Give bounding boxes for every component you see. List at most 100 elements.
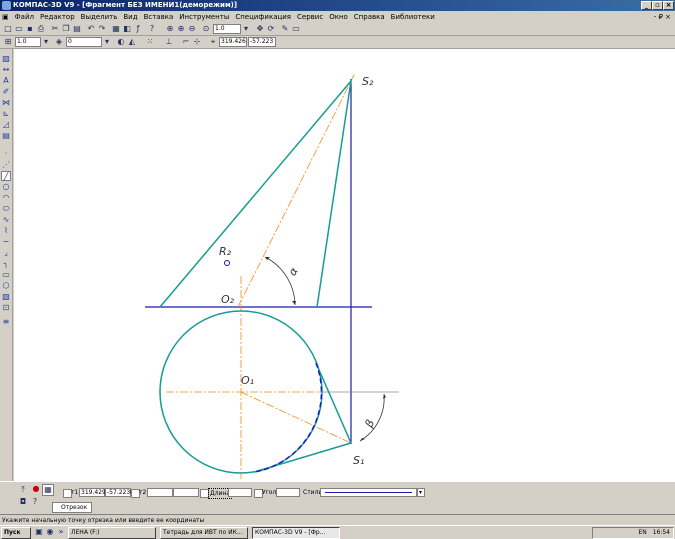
cursor-x-field[interactable]: 319.426 bbox=[219, 37, 247, 47]
color-icon[interactable]: ◐ bbox=[116, 37, 126, 47]
plan-radius-line[interactable] bbox=[240, 391, 352, 444]
hidden-arc[interactable] bbox=[253, 362, 323, 473]
task-explorer[interactable]: ЛЕНА (F:) bbox=[68, 527, 156, 539]
zoom-field[interactable]: 1.0 bbox=[213, 24, 241, 34]
quicklaunch-desktop-icon[interactable]: ▣ bbox=[34, 527, 44, 537]
quicklaunch-browser-icon[interactable]: ◉ bbox=[45, 527, 55, 537]
menu-service[interactable]: Сервис bbox=[294, 11, 326, 23]
rectangle-icon[interactable]: ▭ bbox=[1, 270, 11, 280]
style-dropdown-icon[interactable]: ▾ bbox=[417, 488, 425, 497]
formula-icon[interactable]: ƒ bbox=[133, 24, 143, 34]
local-cs-icon[interactable]: ⊥ bbox=[164, 37, 174, 47]
polygon-icon[interactable]: ⬡ bbox=[1, 281, 11, 291]
task-word[interactable]: Тетрадь для ИВТ по ИК... bbox=[160, 527, 248, 539]
refresh-icon[interactable]: ⟳ bbox=[266, 24, 276, 34]
pan-icon[interactable]: ✥ bbox=[255, 24, 265, 34]
menu-libraries[interactable]: Библиотеки bbox=[388, 11, 438, 23]
zoom-in-icon[interactable]: ⊕ bbox=[176, 24, 186, 34]
tab-segment[interactable]: Отрезок bbox=[52, 502, 92, 513]
style-select[interactable] bbox=[320, 488, 417, 497]
auto-create-icon[interactable]: ▦ bbox=[42, 484, 54, 496]
save-icon[interactable]: ▪ bbox=[25, 24, 35, 34]
drawing-canvas[interactable]: S₂ S₁ O₁ O₂ R₂ α β bbox=[14, 49, 675, 481]
geometry-icon[interactable]: ▨ bbox=[1, 54, 11, 64]
cut-icon[interactable]: ✂ bbox=[50, 24, 60, 34]
library-icon[interactable]: ▦ bbox=[111, 24, 121, 34]
collection-icon[interactable]: ≡ bbox=[1, 317, 11, 327]
doc-window-controls[interactable]: - ₽ × bbox=[654, 11, 671, 23]
tray-lang[interactable]: EN bbox=[638, 529, 646, 536]
menu-select[interactable]: Выделить bbox=[78, 11, 121, 23]
pin-icon[interactable]: ⤒ bbox=[18, 485, 28, 495]
print-icon[interactable]: ⎙ bbox=[36, 24, 46, 34]
layer-icon[interactable]: ◈ bbox=[54, 37, 64, 47]
display-icon[interactable]: ▭ bbox=[291, 24, 301, 34]
polyline-icon[interactable]: ⌇ bbox=[1, 226, 11, 236]
undo-icon[interactable]: ↶ bbox=[86, 24, 96, 34]
task-kompas[interactable]: КОМПАС-3D V9 - [Фр... bbox=[252, 527, 340, 539]
help-icon[interactable]: ? bbox=[30, 497, 40, 507]
angle-field[interactable] bbox=[276, 488, 300, 497]
measure-icon[interactable]: ⊾ bbox=[1, 109, 11, 119]
zoom-dropdown-icon[interactable]: ▾ bbox=[241, 24, 251, 34]
tangent-line-lower[interactable] bbox=[253, 442, 352, 473]
paste-icon[interactable]: ▤ bbox=[72, 24, 82, 34]
r2-point-marker[interactable] bbox=[224, 260, 230, 266]
cone-front-outline[interactable] bbox=[159, 78, 353, 308]
symbols-icon[interactable]: A bbox=[1, 76, 11, 86]
spec-icon[interactable]: ▤ bbox=[1, 131, 11, 141]
open-file-icon[interactable]: ▭ bbox=[14, 24, 24, 34]
point1-y-field[interactable]: -57.2230 bbox=[105, 488, 134, 497]
properties-icon[interactable]: ✎ bbox=[280, 24, 290, 34]
menu-view[interactable]: Вид bbox=[120, 11, 140, 23]
camera-icon[interactable]: ◘ bbox=[18, 497, 28, 507]
ellipse-icon[interactable]: ⬭ bbox=[1, 204, 11, 214]
layer-field[interactable]: 0 bbox=[66, 37, 102, 47]
arc-icon[interactable]: ◠ bbox=[1, 193, 11, 203]
minimize-button[interactable]: _ bbox=[641, 1, 652, 10]
round-icon[interactable]: ⊹ bbox=[192, 37, 202, 47]
fillet-icon[interactable]: ╮ bbox=[1, 259, 11, 269]
layer-dropdown-icon[interactable]: ▾ bbox=[102, 37, 112, 47]
menu-insert[interactable]: Вставка bbox=[141, 11, 177, 23]
zoom-all-icon[interactable]: ⊙ bbox=[201, 24, 211, 34]
dimensions-icon[interactable]: ↔ bbox=[1, 65, 11, 75]
start-button[interactable]: Пуск bbox=[1, 527, 31, 539]
manager-icon[interactable]: ◧ bbox=[122, 24, 132, 34]
snap-icon[interactable]: ◭ bbox=[127, 37, 137, 47]
stop-icon[interactable]: ● bbox=[31, 484, 41, 494]
menu-help[interactable]: Справка bbox=[351, 11, 388, 23]
circle-icon[interactable]: ○ bbox=[1, 182, 11, 192]
point2-x-field[interactable] bbox=[147, 488, 173, 497]
redo-icon[interactable]: ↷ bbox=[97, 24, 107, 34]
menu-window[interactable]: Окно bbox=[326, 11, 351, 23]
menu-specification[interactable]: Спецификация bbox=[232, 11, 294, 23]
ortho-icon[interactable]: ⌐ bbox=[181, 37, 191, 47]
param-icon[interactable]: ⋈ bbox=[1, 98, 11, 108]
new-file-icon[interactable]: □ bbox=[3, 24, 13, 34]
zoom-out-icon[interactable]: ⊖ bbox=[187, 24, 197, 34]
point1-x-field[interactable]: 319.429 bbox=[79, 488, 106, 497]
point2-y-field[interactable] bbox=[173, 488, 199, 497]
cursor-y-field[interactable]: -57.223 bbox=[248, 37, 276, 47]
aux-line-icon[interactable]: ⋰ bbox=[1, 160, 11, 170]
spline-icon[interactable]: ∿ bbox=[1, 215, 11, 225]
maximize-button[interactable]: ▫ bbox=[652, 1, 663, 10]
length-field[interactable] bbox=[228, 488, 252, 497]
quicklaunch-expand-icon[interactable]: » bbox=[56, 527, 66, 537]
scale-dropdown-icon[interactable]: ▾ bbox=[41, 37, 51, 47]
grid-icon[interactable]: ⁙ bbox=[145, 37, 155, 47]
scale-field[interactable]: 1.0 bbox=[15, 37, 41, 47]
chamfer-icon[interactable]: ⌟ bbox=[1, 248, 11, 258]
help-pointer-icon[interactable]: ? bbox=[147, 24, 157, 34]
hatch-icon[interactable]: ▧ bbox=[1, 292, 11, 302]
bezier-icon[interactable]: ∽ bbox=[1, 237, 11, 247]
doc-icon[interactable]: ▣ bbox=[0, 11, 12, 23]
copy-icon[interactable]: ❐ bbox=[61, 24, 71, 34]
edit-icon[interactable]: ✐ bbox=[1, 87, 11, 97]
select-icon[interactable]: ◿ bbox=[1, 120, 11, 130]
zoom-window-icon[interactable]: ⊕ bbox=[165, 24, 175, 34]
contour-icon[interactable]: ⊡ bbox=[1, 303, 11, 313]
point-icon[interactable]: · bbox=[1, 149, 11, 159]
grid-scale-icon[interactable]: ⊞ bbox=[3, 37, 13, 47]
